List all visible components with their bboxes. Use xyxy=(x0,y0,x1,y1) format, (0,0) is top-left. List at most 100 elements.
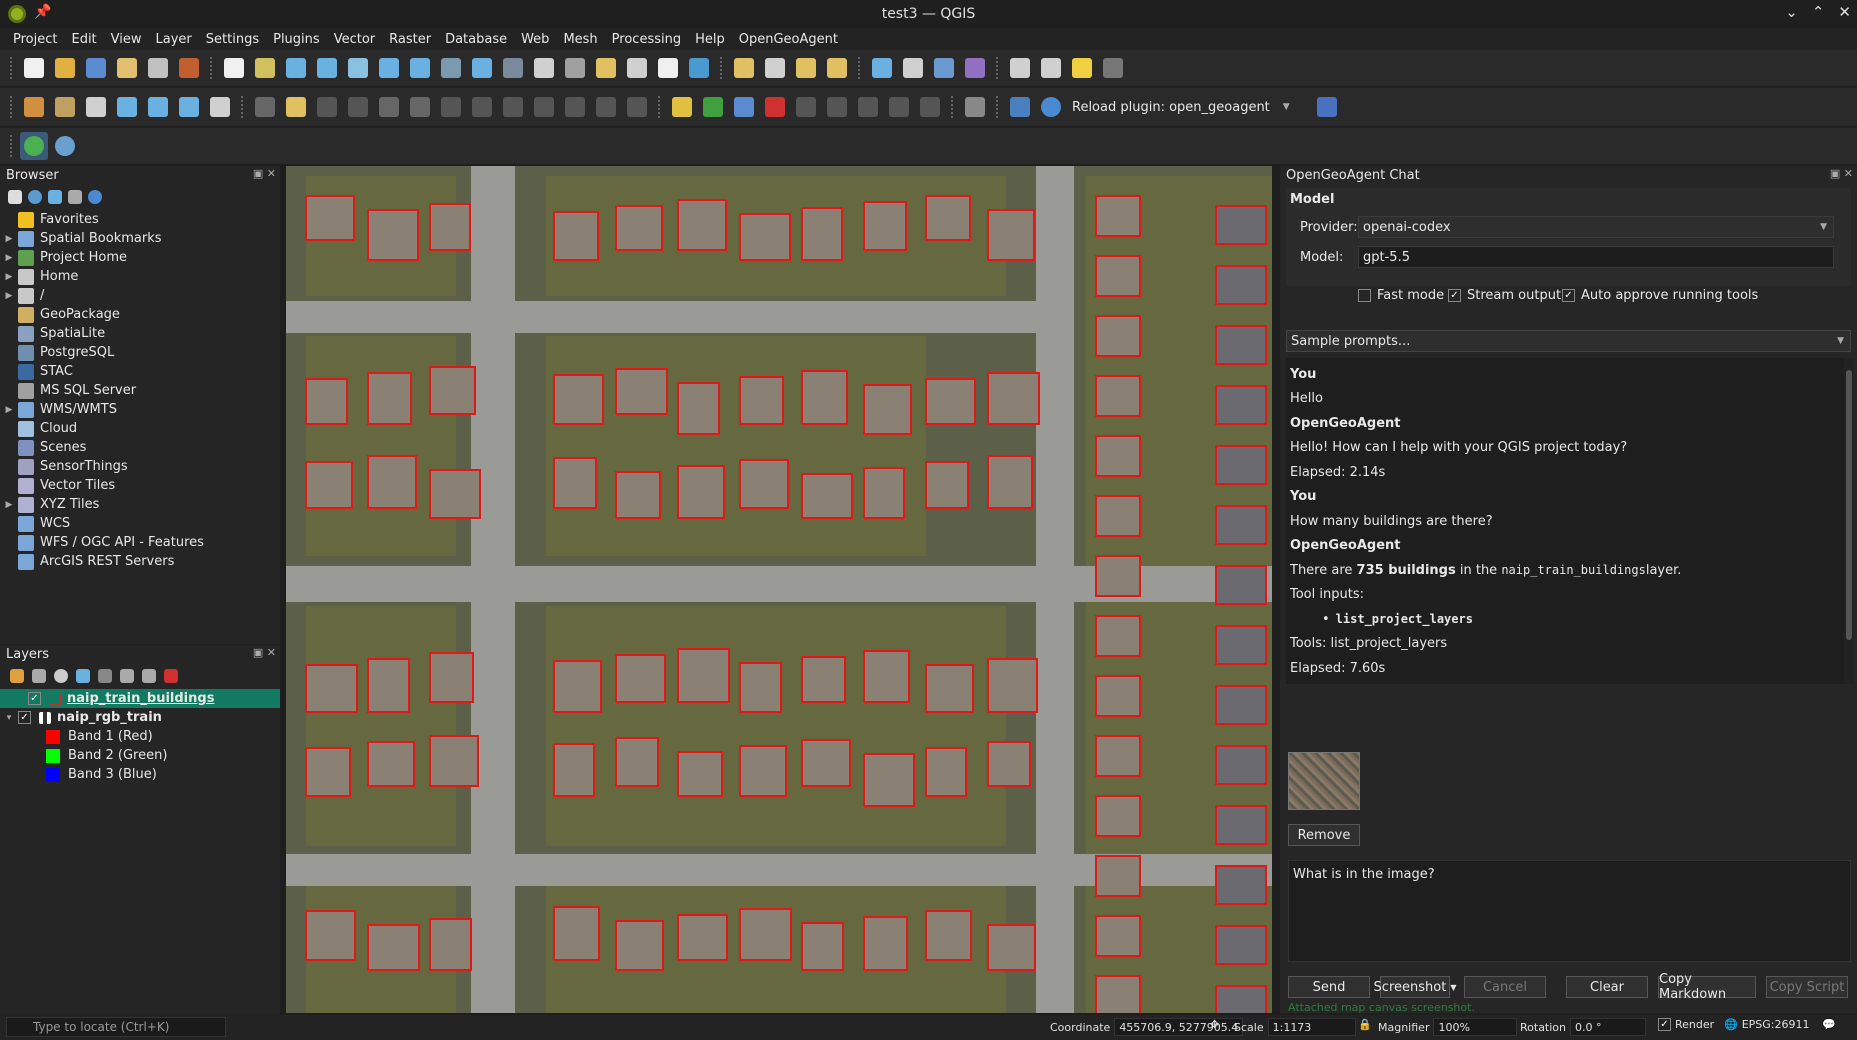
browser-item[interactable]: SensorThings xyxy=(0,457,280,476)
rotation-field[interactable]: 0.0 ° xyxy=(1570,1018,1647,1036)
menu-plugins[interactable]: Plugins xyxy=(266,32,327,47)
browser-item[interactable]: Vector Tiles xyxy=(0,476,280,495)
toolbar-button[interactable] xyxy=(468,93,496,121)
sample-prompts-select[interactable]: Sample prompts... ▼ xyxy=(1286,330,1851,352)
toolbar-button[interactable] xyxy=(82,54,110,82)
toolbar-button[interactable] xyxy=(144,54,172,82)
toolbar-button[interactable] xyxy=(20,54,48,82)
cancel-button[interactable]: Cancel xyxy=(1464,976,1546,998)
browser-item[interactable]: MS SQL Server xyxy=(0,381,280,400)
expand-arrow-icon[interactable]: ▾ xyxy=(0,713,18,723)
remove-button[interactable]: Remove xyxy=(1288,824,1360,846)
toolbar-button[interactable] xyxy=(530,93,558,121)
toolbar-button[interactable] xyxy=(792,54,820,82)
toolbar-button[interactable] xyxy=(220,54,248,82)
expand-arrow-icon[interactable]: ▶ xyxy=(0,291,18,301)
filter-icon[interactable] xyxy=(48,190,62,204)
toolbar-grip[interactable] xyxy=(241,96,244,118)
menu-database[interactable]: Database xyxy=(438,32,514,47)
toolbar-button[interactable] xyxy=(885,93,913,121)
toolbar-button[interactable] xyxy=(1006,93,1034,121)
toolbar-button[interactable] xyxy=(730,93,758,121)
toolbar-button[interactable] xyxy=(668,93,696,121)
toolbar-grip[interactable] xyxy=(858,57,861,79)
toolbar-button[interactable] xyxy=(499,93,527,121)
toolbar-grip[interactable] xyxy=(996,57,999,79)
style-icon[interactable] xyxy=(10,669,24,683)
toolbar-button[interactable] xyxy=(761,54,789,82)
clear-button[interactable]: Clear xyxy=(1566,976,1648,998)
visibility-icon[interactable] xyxy=(54,669,68,683)
menu-edit[interactable]: Edit xyxy=(64,32,103,47)
toolbar-button[interactable] xyxy=(344,93,372,121)
chat-input[interactable]: What is in the image? xyxy=(1288,860,1851,962)
toolbar-button[interactable] xyxy=(961,54,989,82)
toolbar-button[interactable] xyxy=(437,54,465,82)
locator-input[interactable]: Type to locate (Ctrl+K) xyxy=(6,1017,226,1037)
fast-mode-option[interactable]: Fast mode xyxy=(1358,288,1444,303)
fast-mode-checkbox[interactable] xyxy=(1358,289,1371,302)
collapse-icon[interactable] xyxy=(68,190,82,204)
expand-arrow-icon[interactable]: ▶ xyxy=(0,272,18,282)
auto-approve-option[interactable]: ✓ Auto approve running tools xyxy=(1562,288,1758,303)
toolbar-grip[interactable] xyxy=(10,96,13,118)
model-input[interactable]: gpt-5.5 xyxy=(1358,246,1834,268)
toolbar-button[interactable] xyxy=(823,54,851,82)
toolbar-button[interactable] xyxy=(344,54,372,82)
info-icon[interactable] xyxy=(88,190,102,204)
expand-arrow-icon[interactable]: ▶ xyxy=(0,253,18,263)
toolbar-button[interactable] xyxy=(175,93,203,121)
toolbar-button[interactable] xyxy=(113,93,141,121)
toolbar-button[interactable] xyxy=(206,93,234,121)
render-checkbox[interactable]: ✓ xyxy=(1658,1018,1671,1031)
panel-close-icon[interactable]: ▣ ✕ xyxy=(253,167,276,180)
browser-item[interactable]: ▶ Home xyxy=(0,267,280,286)
band-item[interactable]: Band 2 (Green) xyxy=(0,746,280,765)
messages-scrollbar[interactable] xyxy=(1844,358,1854,684)
collapse-all-icon[interactable] xyxy=(142,669,156,683)
toolbar-button[interactable] xyxy=(82,93,110,121)
crs-button[interactable]: EPSG:26911 xyxy=(1742,1018,1810,1031)
toolbar-grip[interactable] xyxy=(996,96,999,118)
menu-mesh[interactable]: Mesh xyxy=(556,32,604,47)
toolbar-button[interactable] xyxy=(792,93,820,121)
send-button[interactable]: Send xyxy=(1288,976,1370,998)
menu-settings[interactable]: Settings xyxy=(199,32,266,47)
toolbar-button[interactable] xyxy=(406,93,434,121)
toolbar-button[interactable] xyxy=(623,93,651,121)
toolbar-button[interactable] xyxy=(313,93,341,121)
browser-item[interactable]: STAC xyxy=(0,362,280,381)
mouse-icon[interactable]: ✥ xyxy=(1210,1018,1219,1031)
browser-item[interactable]: ▶ WMS/WMTS xyxy=(0,400,280,419)
menu-vector[interactable]: Vector xyxy=(327,32,382,47)
browser-item[interactable]: Scenes xyxy=(0,438,280,457)
toolbar-button[interactable] xyxy=(530,54,558,82)
toolbar-button[interactable] xyxy=(375,93,403,121)
chevron-down-icon[interactable]: ▼ xyxy=(1283,102,1290,112)
toolbar-button[interactable] xyxy=(654,54,682,82)
screenshot-button[interactable]: Screenshot ▼ xyxy=(1374,976,1456,998)
expand-arrow-icon[interactable]: ▶ xyxy=(0,500,18,510)
toolbar-button[interactable] xyxy=(623,54,651,82)
toolbar-grip[interactable] xyxy=(210,57,213,79)
close-icon[interactable]: ✕ xyxy=(1838,3,1851,21)
browser-item[interactable]: ▶ Project Home xyxy=(0,248,280,267)
browser-item[interactable]: PostgreSQL xyxy=(0,343,280,362)
map-canvas[interactable] xyxy=(286,166,1272,1013)
toolbar-grip[interactable] xyxy=(10,135,13,157)
menu-help[interactable]: Help xyxy=(688,32,732,47)
toolbar-grip[interactable] xyxy=(10,57,13,79)
browser-item[interactable]: ▶ / xyxy=(0,286,280,305)
toolbar-button[interactable] xyxy=(1099,54,1127,82)
toolbar-button[interactable] xyxy=(899,54,927,82)
plugin-button[interactable] xyxy=(51,132,79,160)
toolbar-grip[interactable] xyxy=(951,96,954,118)
expand-arrow-icon[interactable]: ▶ xyxy=(0,234,18,244)
refresh-icon[interactable] xyxy=(28,190,42,204)
toolbar-grip[interactable] xyxy=(720,57,723,79)
browser-item[interactable]: ▶ XYZ Tiles xyxy=(0,495,280,514)
stream-output-option[interactable]: ✓ Stream output xyxy=(1448,288,1561,303)
toolbar-button[interactable] xyxy=(961,93,989,121)
toolbar-grip[interactable] xyxy=(658,96,661,118)
toolbar-button[interactable] xyxy=(313,54,341,82)
